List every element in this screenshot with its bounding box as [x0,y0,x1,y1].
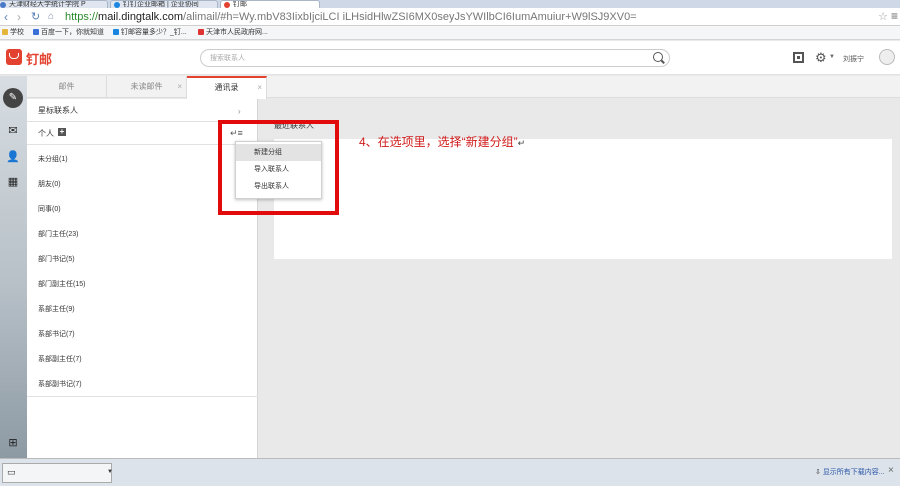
download-arrow-icon: ⇩ [815,469,823,476]
group-item[interactable]: 部门副主任(15) [38,279,85,289]
tab-label: 邮件 [58,82,75,91]
left-nav-rail: ✎ ✉ 👤 ▦ ⊞ [0,76,27,458]
browser-tab-label: 钉钉企业邮箱 | 企业协同 [123,1,199,8]
group-item[interactable]: 同事(0) [38,204,61,214]
bookmark-label: 钉邮容量多少？_钉... [121,29,187,36]
divider [27,396,258,397]
browser-tab-2[interactable]: 钉钉企业邮箱 | 企业协同 [110,0,218,8]
app-header: 钉邮 搜索联系人 ⚙ ▼ 刘振宁 [0,41,900,75]
chevron-right-icon[interactable]: › [238,107,241,116]
compose-pencil-icon[interactable]: ✎ [3,88,23,108]
personal-section-header[interactable]: 个人 [38,128,54,139]
search-placeholder: 搜索联系人 [210,55,245,62]
group-item[interactable]: 未分组(1) [38,154,68,164]
tab-contacts[interactable]: 通讯录 × [187,76,267,99]
tab-label: 通讯录 [214,83,239,92]
bookmark-label: 学校 [10,29,24,36]
group-item[interactable]: 部门主任(23) [38,229,78,239]
mail-envelope-icon[interactable]: ✉ [5,124,21,138]
group-item[interactable]: 系部副书记(7) [38,379,82,389]
bookmark-star-icon[interactable]: ☆ [878,10,888,23]
baidu-icon [33,29,39,35]
download-bar: ▭ ▼ ⇩ 显示所有下载内容... × [0,458,900,486]
contact-search-input[interactable]: 搜索联系人 [200,49,670,67]
browser-tab-1[interactable]: 天津财经大学统计学院 P [0,0,108,8]
close-icon[interactable]: × [177,76,182,98]
show-all-label: 显示所有下载内容... [822,469,885,476]
group-item[interactable]: 朋友(0) [38,179,61,189]
return-mark-icon: ↵ [517,138,526,148]
starred-contacts-item[interactable]: 星标联系人 [38,105,78,116]
dingtalk-icon [113,29,119,35]
mail-logo-icon[interactable] [6,49,22,65]
recent-contacts-card [274,139,892,259]
bookmark-label: 天津市人民政府网... [206,29,268,36]
group-item[interactable]: 系部副主任(7) [38,354,82,364]
close-icon[interactable]: × [257,78,262,98]
tab-unread[interactable]: 未读邮件 × [107,76,187,98]
gear-icon[interactable]: ⚙ [815,51,827,64]
contacts-person-icon[interactable]: 👤 [5,150,21,164]
calendar-icon[interactable]: ▦ [5,175,21,189]
group-item[interactable]: 系部书记(7) [38,329,75,339]
bookmark-item[interactable]: 钉邮容量多少？_钉... [113,26,187,40]
brand-name[interactable]: 钉邮 [26,49,52,68]
add-group-plus-icon[interactable]: + [58,128,66,136]
tab-label: 未读邮件 [130,82,163,91]
annotation-label: 4、在选项里，选择“新建分组” [359,135,518,149]
browser-tab-3[interactable]: 钉邮 [220,0,320,8]
browser-menu-icon[interactable]: ≡ [891,9,898,23]
forward-icon[interactable]: › [17,10,21,24]
url-scheme: https:// [65,11,99,23]
address-bar: ‹ › ↻ ⌂ https://mail.dingtalk.com/alimai… [0,8,900,26]
reload-icon[interactable]: ↻ [31,10,40,24]
avatar[interactable] [879,49,895,65]
url-field[interactable]: https://mail.dingtalk.com/alimail/#h=Wy.… [65,10,637,24]
annotation-text: 4、在选项里，选择“新建分组”↵ [359,133,525,150]
bookmark-item[interactable]: 百度一下，你就知道 [33,26,104,40]
apps-grid-icon[interactable]: ⊞ [5,436,21,450]
annotation-highlight-box [218,120,339,215]
main-tabs: 邮件 未读邮件 × 通讯录 × [27,76,900,99]
bookmarks-bar: 学校 百度一下，你就知道 钉邮容量多少？_钉... 天津市人民政府网... [0,26,900,40]
show-all-downloads-link[interactable]: ⇩ 显示所有下载内容... [815,467,885,477]
bookmark-label: 百度一下，你就知道 [41,29,104,36]
chevron-down-icon[interactable]: ▼ [107,469,113,475]
home-icon[interactable]: ⌂ [48,10,54,24]
browser-tab-label: 天津财经大学统计学院 P [9,1,86,8]
close-icon[interactable]: × [888,465,894,476]
url-domain: mail.dingtalk.com [98,11,184,23]
download-item[interactable]: ▭ ▼ [2,463,113,483]
bookmark-item[interactable]: 学校 [2,26,24,40]
gov-site-icon [198,29,204,35]
url-path: /alimail/#h=Wy.mbV83IixbIjciLCI iLHsidHl… [183,11,637,23]
browser-tab-label: 钉邮 [233,1,247,8]
qr-code-icon[interactable] [793,52,804,63]
back-icon[interactable]: ‹ [4,10,8,24]
tab-mail[interactable]: 邮件 [27,76,107,98]
chevron-down-icon[interactable]: ▼ [829,54,835,60]
group-item[interactable]: 部门书记(5) [38,254,75,264]
search-icon[interactable] [653,52,663,62]
group-item[interactable]: 系部主任(9) [38,304,75,314]
scrollbar[interactable] [893,260,900,458]
folder-icon [2,29,8,35]
bookmark-item[interactable]: 天津市人民政府网... [198,26,268,40]
browser-tab-strip: 天津财经大学统计学院 P 钉钉企业邮箱 | 企业协同 钉邮 [0,0,900,8]
username-menu[interactable]: 刘振宁 [843,54,864,64]
file-icon: ▭ [7,467,16,477]
